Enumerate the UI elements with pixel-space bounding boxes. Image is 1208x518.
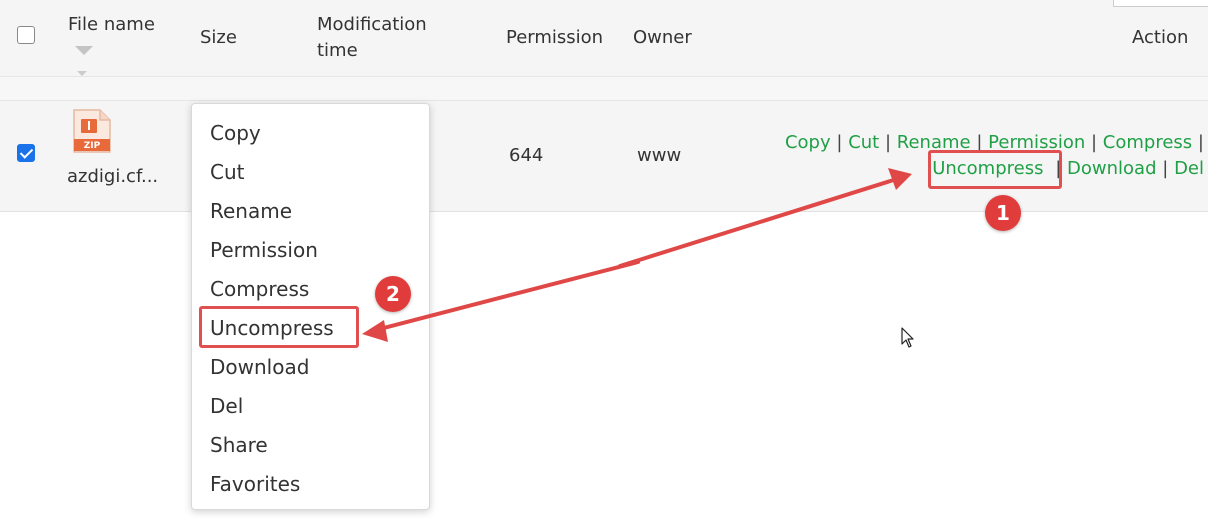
annotation-badge-1: 1	[985, 195, 1021, 231]
mouse-cursor-icon	[901, 327, 914, 348]
annotation-badge-2: 2	[375, 276, 411, 312]
annotation-arrow	[362, 168, 912, 342]
